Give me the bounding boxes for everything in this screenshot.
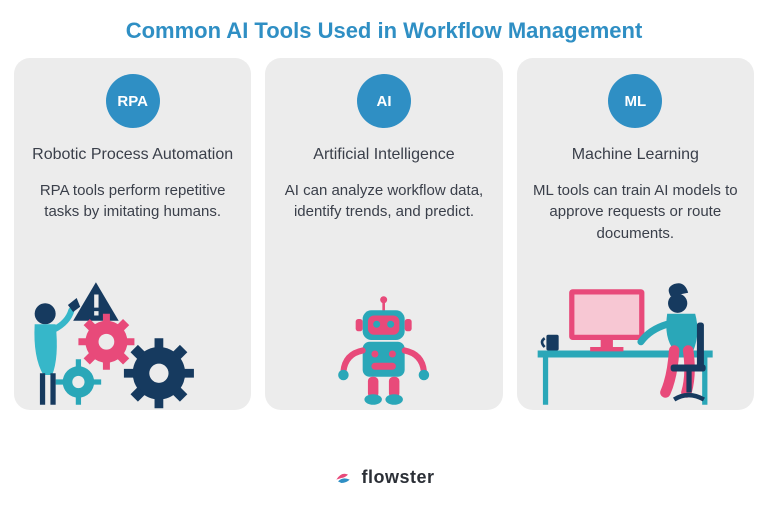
warning-icon xyxy=(73,282,119,321)
ml-illustration xyxy=(517,270,754,410)
badge-ai: AI xyxy=(357,74,411,128)
footer: flowster xyxy=(0,467,768,488)
gears-icon xyxy=(56,314,194,409)
desk-computer-icon xyxy=(537,283,712,405)
card-ml-title: Machine Learning xyxy=(572,144,699,166)
card-ml-desc: ML tools can train AI models to approve … xyxy=(531,180,740,245)
card-ml: ML Machine Learning ML tools can train A… xyxy=(517,58,754,410)
card-rpa-title: Robotic Process Automation xyxy=(32,144,233,166)
robot-icon xyxy=(338,296,429,405)
card-rpa: RPA Robotic Process Automation RPA tools… xyxy=(14,58,251,410)
flowster-logo-icon xyxy=(333,468,353,488)
card-ai-desc: AI can analyze workflow data, identify t… xyxy=(279,180,488,224)
card-ai: AI Artificial Intelligence AI can analyz… xyxy=(265,58,502,410)
page-title: Common AI Tools Used in Workflow Managem… xyxy=(0,0,768,58)
badge-rpa: RPA xyxy=(106,74,160,128)
rpa-illustration xyxy=(14,270,251,410)
card-rpa-desc: RPA tools perform repetitive tasks by im… xyxy=(28,180,237,224)
cards-row: RPA Robotic Process Automation RPA tools… xyxy=(0,58,768,410)
card-ai-title: Artificial Intelligence xyxy=(313,144,454,166)
worker-icon xyxy=(34,298,80,405)
badge-ml: ML xyxy=(608,74,662,128)
footer-brand: flowster xyxy=(361,467,434,488)
ai-illustration xyxy=(265,270,502,410)
